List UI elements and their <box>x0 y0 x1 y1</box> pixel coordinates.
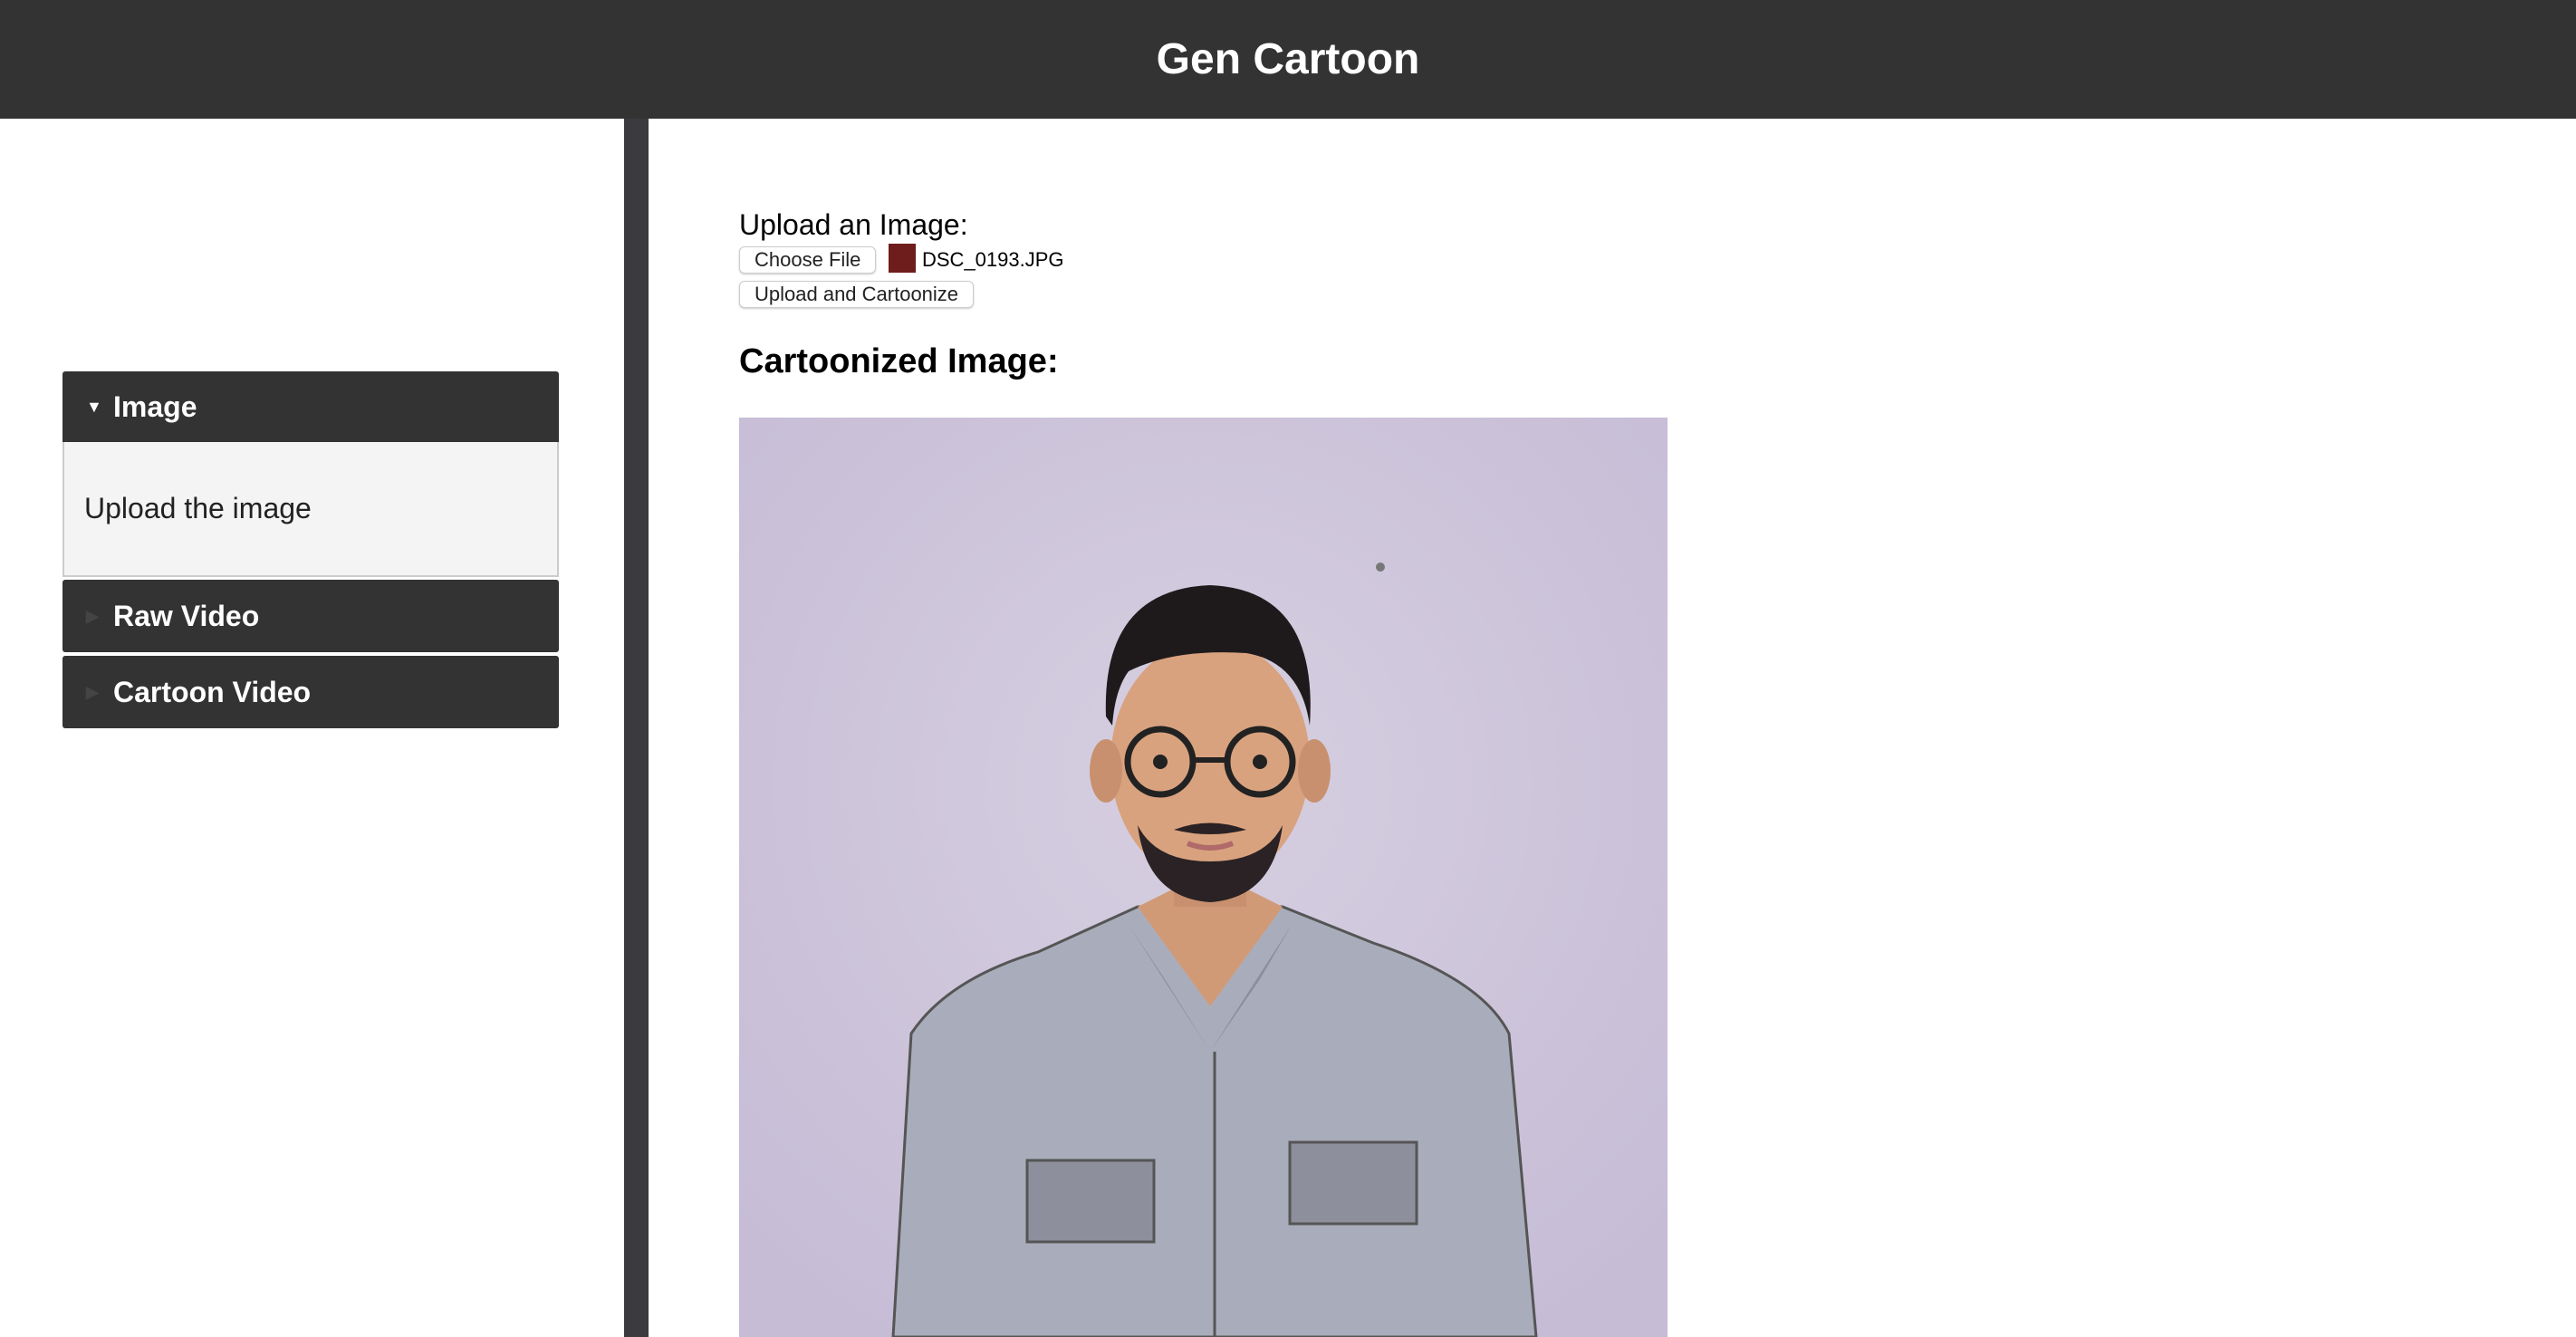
accordion-content-text: Upload the image <box>84 492 312 524</box>
accordion-cartoon-video: ▶ Cartoon Video <box>62 656 559 728</box>
accordion-header-raw-video[interactable]: ▶ Raw Video <box>62 580 559 652</box>
accordion-label: Raw Video <box>113 599 260 632</box>
file-thumbnail-icon <box>889 244 916 273</box>
caret-down-icon: ▼ <box>86 397 102 416</box>
app-title: Gen Cartoon <box>1156 35 1420 83</box>
accordion-raw-video: ▶ Raw Video <box>62 580 559 652</box>
upload-label: Upload an Image: <box>739 208 968 241</box>
selected-file-name: DSC_0193.JPG <box>922 248 1064 271</box>
choose-file-button[interactable]: Choose File <box>739 246 877 274</box>
accordion-label: Cartoon Video <box>113 675 312 708</box>
accordion-header-cartoon-video[interactable]: ▶ Cartoon Video <box>62 656 559 728</box>
caret-right-icon: ▶ <box>86 606 99 625</box>
upload-cartoonize-button[interactable]: Upload and Cartoonize <box>739 281 975 308</box>
accordion-image: ▼ Image Upload the image <box>62 371 559 577</box>
result-heading: Cartoonized Image: <box>739 342 1059 380</box>
accordion-content-image: Upload the image <box>62 442 559 577</box>
caret-right-icon: ▶ <box>86 682 99 701</box>
accordion-header-image[interactable]: ▼ Image <box>62 371 559 442</box>
app-header: Gen Cartoon <box>0 0 2576 119</box>
cartoonized-image <box>739 418 1668 1337</box>
sidebar-divider <box>624 119 649 1337</box>
accordion-label: Image <box>113 390 197 423</box>
